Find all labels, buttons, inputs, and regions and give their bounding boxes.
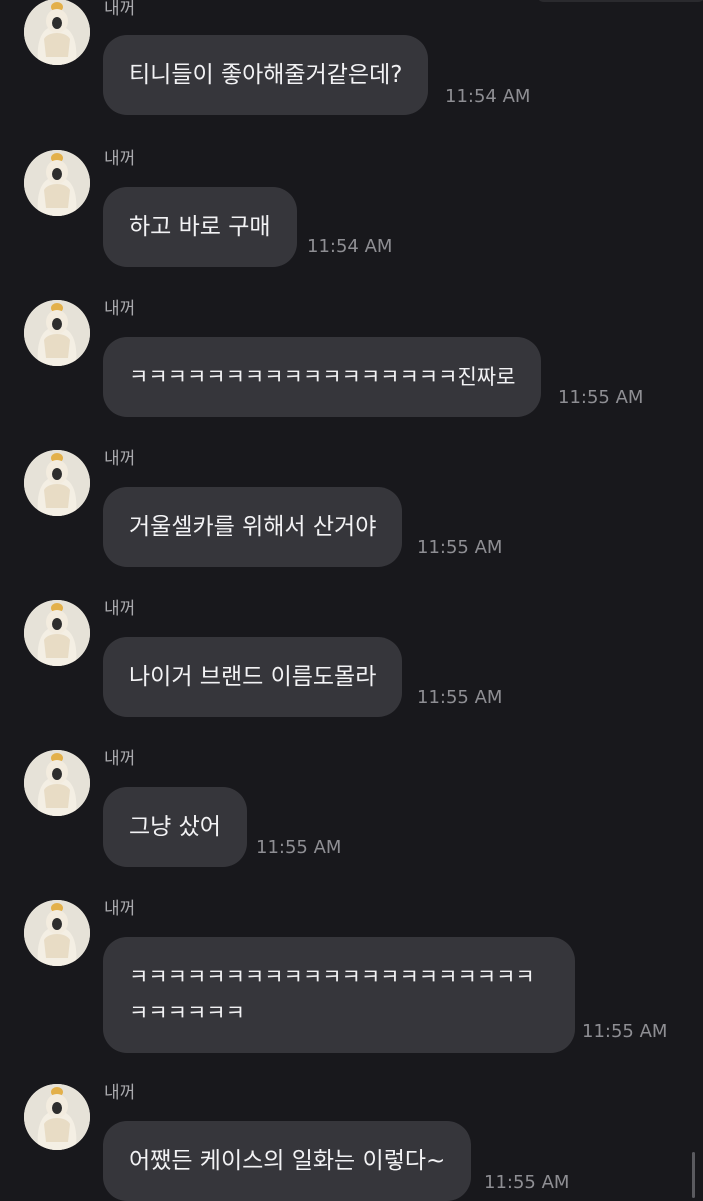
avatar-image-icon: [24, 450, 90, 516]
message-timestamp: 11:55 AM: [582, 1021, 668, 1042]
avatar[interactable]: [24, 150, 90, 216]
message-bubble[interactable]: 나이거 브랜드 이름도몰라: [103, 637, 403, 717]
sender-name: 내꺼: [104, 599, 136, 619]
avatar[interactable]: [24, 300, 90, 366]
sender-name: 내꺼: [104, 749, 136, 769]
message-timestamp: 11:55 AM: [256, 837, 342, 858]
message-timestamp: 11:55 AM: [417, 687, 503, 708]
message-timestamp: 11:54 AM: [307, 236, 393, 257]
avatar-image-icon: [24, 150, 90, 216]
avatar[interactable]: [24, 900, 90, 966]
avatar-image-icon: [24, 600, 90, 666]
sender-name: 내꺼: [104, 1083, 136, 1103]
message-timestamp: 11:55 AM: [558, 387, 644, 408]
sender-name: 내꺼: [104, 0, 136, 19]
message-bubble[interactable]: 그냥 샀어: [103, 787, 247, 867]
sender-name: 내꺼: [104, 449, 136, 469]
message-timestamp: 11:55 AM: [417, 537, 503, 558]
avatar[interactable]: [24, 450, 90, 516]
avatar-image-icon: [24, 300, 90, 366]
avatar-image-icon: [24, 750, 90, 816]
message-bubble[interactable]: 티니들이 좋아해줄거같은데?: [103, 35, 429, 115]
message-bubble[interactable]: ㅋㅋㅋㅋㅋㅋㅋㅋㅋㅋㅋㅋㅋㅋㅋㅋㅋ진짜로: [103, 337, 542, 417]
message-timestamp: 11:55 AM: [484, 1172, 570, 1193]
top-status-pill: [536, 0, 703, 2]
message-bubble[interactable]: ㅋㅋㅋㅋㅋㅋㅋㅋㅋㅋㅋㅋㅋㅋㅋㅋㅋㅋㅋㅋㅋㅋㅋㅋㅋㅋㅋ: [103, 937, 575, 1053]
avatar[interactable]: [24, 600, 90, 666]
message-bubble[interactable]: 거울셀카를 위해서 산거야: [103, 487, 403, 567]
sender-name: 내꺼: [104, 149, 136, 169]
avatar-image-icon: [24, 900, 90, 966]
message-bubble[interactable]: 어쨌든 케이스의 일화는 이렇다~: [103, 1121, 472, 1201]
avatar[interactable]: [24, 1084, 90, 1150]
avatar[interactable]: [24, 0, 90, 65]
message-timestamp: 11:54 AM: [445, 86, 531, 107]
scrollbar[interactable]: [692, 1152, 695, 1198]
sender-name: 내꺼: [104, 299, 136, 319]
avatar-image-icon: [24, 0, 90, 65]
avatar-image-icon: [24, 1084, 90, 1150]
avatar[interactable]: [24, 750, 90, 816]
sender-name: 내꺼: [104, 899, 136, 919]
message-bubble[interactable]: 하고 바로 구매: [103, 187, 297, 267]
